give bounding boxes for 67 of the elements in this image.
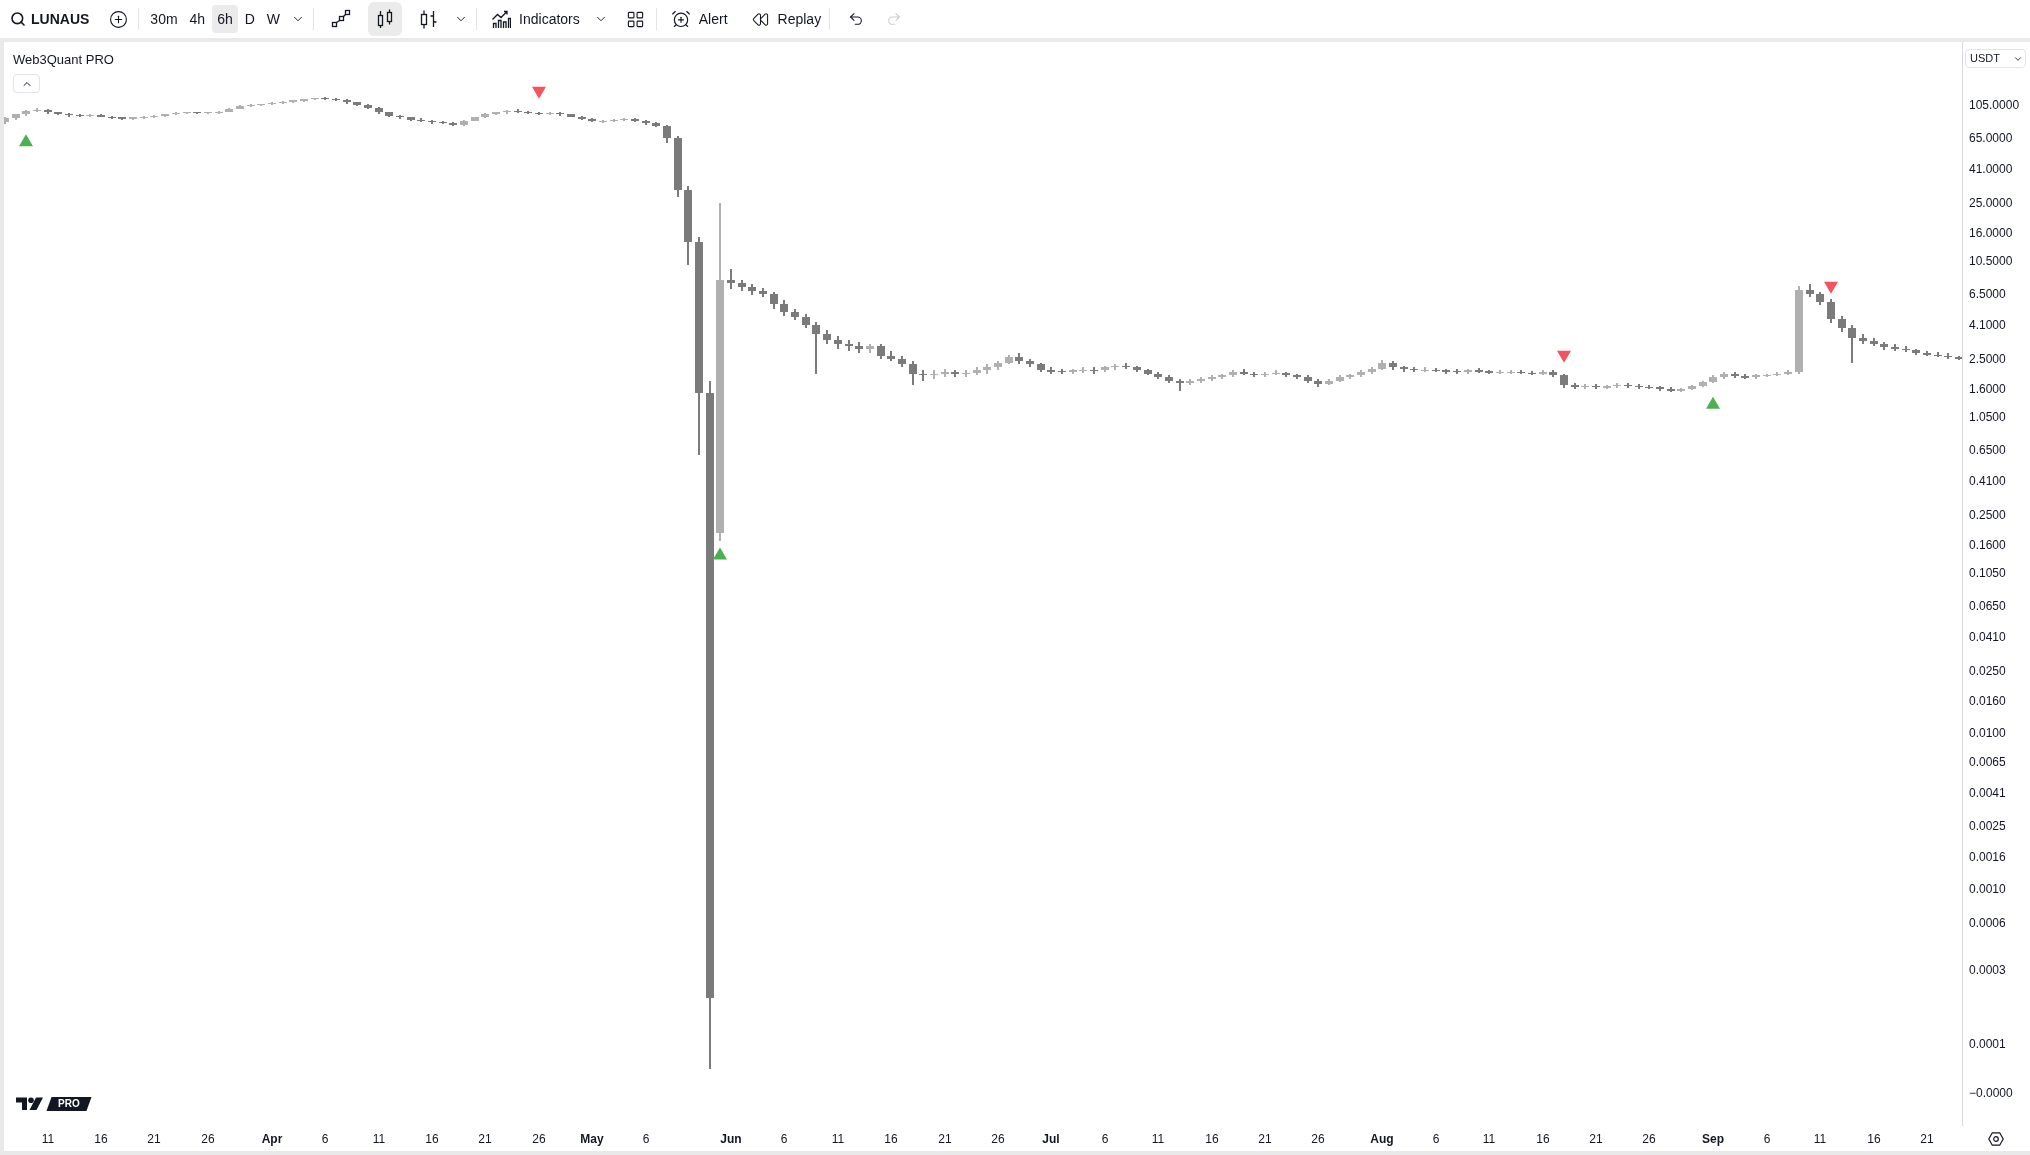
- indicator-title: Web3Quant PRO: [13, 51, 114, 69]
- price-axis-label: 0.0041: [1969, 785, 2006, 800]
- time-axis-label: 11: [1482, 1132, 1496, 1146]
- time-axis-label: Apr: [261, 1132, 283, 1146]
- time-axis-label: 16: [1205, 1132, 1219, 1146]
- price-axis-label: 0.0006: [1969, 916, 2006, 931]
- price-axis-label: 16.0000: [1969, 225, 2013, 240]
- time-axis-label: 16: [1536, 1132, 1550, 1146]
- time-axis-label: 21: [1258, 1132, 1272, 1146]
- price-axis-label: 0.0065: [1969, 754, 2006, 769]
- time-axis-label: 6: [642, 1132, 650, 1146]
- price-axis-label: 0.0650: [1969, 598, 2006, 613]
- time-axis-label: 26: [532, 1132, 546, 1146]
- time-axis-label: 6: [780, 1132, 788, 1146]
- price-axis-label: 0.1050: [1969, 566, 2006, 581]
- time-axis-label: 16: [884, 1132, 898, 1146]
- time-axis-label: 11: [1813, 1132, 1827, 1146]
- price-axis-label: 4.1000: [1969, 318, 2006, 333]
- time-axis-label: 21: [1589, 1132, 1603, 1146]
- price-axis-label: 65.0000: [1969, 130, 2013, 145]
- time-axis-label: 26: [201, 1132, 215, 1146]
- time-axis-label: 16: [1867, 1132, 1881, 1146]
- time-axis-label: 11: [831, 1132, 845, 1146]
- price-axis-label: −0.0000: [1969, 1086, 2013, 1100]
- time-axis-label: 21: [147, 1132, 161, 1146]
- time-axis-label: May: [580, 1132, 604, 1146]
- time-axis-label: 26: [1311, 1132, 1325, 1146]
- time-axis-label: 26: [991, 1132, 1005, 1146]
- time-axis-label: Aug: [1370, 1132, 1394, 1146]
- price-axis-label: 0.0160: [1969, 693, 2006, 708]
- time-axis-label: 6: [1101, 1132, 1109, 1146]
- price-axis-label: 0.0410: [1969, 630, 2006, 644]
- time-axis-label: 6: [1763, 1132, 1771, 1146]
- time-axis-label: 11: [41, 1132, 55, 1146]
- price-axis-label: 105.0000: [1969, 98, 2020, 113]
- price-axis-label: 6.5000: [1969, 286, 2006, 301]
- time-axis-label: 21: [478, 1132, 492, 1146]
- time-axis-label: 6: [321, 1132, 329, 1146]
- price-axis-label: 0.4100: [1969, 474, 2006, 489]
- price-axis-label: 1.6000: [1969, 381, 2006, 396]
- price-axis-label: 2.5000: [1969, 351, 2006, 366]
- time-axis-label: 16: [94, 1132, 108, 1146]
- price-axis-label: 0.0003: [1969, 963, 2006, 978]
- price-axis-label: 0.0250: [1969, 663, 2006, 678]
- price-axis-label: 0.0025: [1969, 819, 2006, 834]
- price-axis-label: 0.0010: [1969, 881, 2006, 896]
- time-axis-label: 21: [938, 1132, 952, 1146]
- price-axis-label: 0.2500: [1969, 507, 2006, 522]
- time-axis-label: Jul: [1042, 1132, 1060, 1146]
- price-axis-label: 0.0100: [1969, 725, 2006, 740]
- time-axis-label: 16: [425, 1132, 439, 1146]
- price-axis-label: 0.0016: [1969, 849, 2006, 864]
- time-axis-label: 21: [1920, 1132, 1934, 1146]
- time-axis-label: 11: [372, 1132, 386, 1146]
- price-axis-label: 1.0500: [1969, 410, 2006, 425]
- time-axis-label: Jun: [720, 1132, 742, 1146]
- price-axis-label: 10.5000: [1969, 254, 2013, 269]
- price-axis-label: 0.1600: [1969, 537, 2006, 552]
- time-axis-label: 26: [1642, 1132, 1656, 1146]
- plan-badge: PRO: [46, 1096, 92, 1111]
- time-axis-label: 6: [1432, 1132, 1440, 1146]
- price-axis-label: 25.0000: [1969, 195, 2013, 210]
- time-axis-label: Sep: [1702, 1132, 1724, 1146]
- time-axis-label: 11: [1151, 1132, 1165, 1146]
- price-axis-label: 0.0001: [1969, 1037, 2006, 1052]
- price-axis-label: 41.0000: [1969, 162, 2013, 177]
- price-axis-label: 0.6500: [1969, 442, 2006, 457]
